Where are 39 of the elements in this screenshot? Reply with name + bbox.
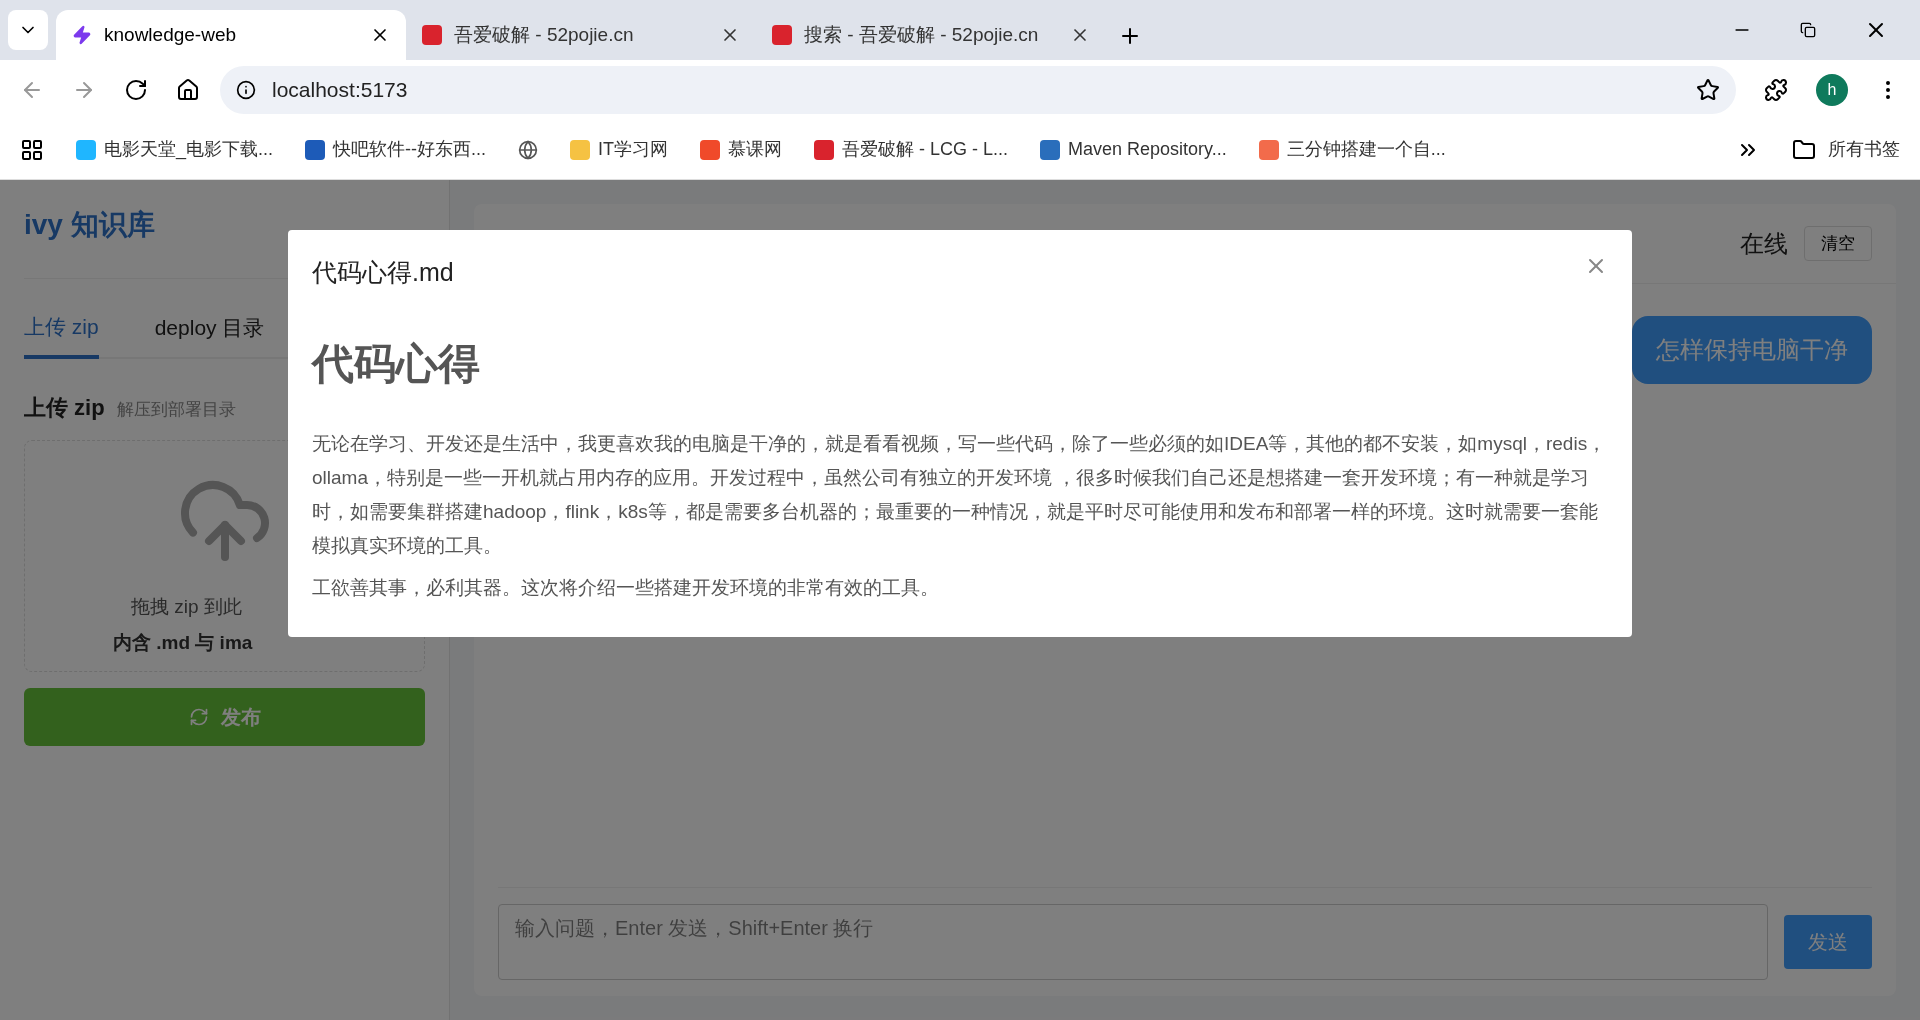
bookmark-link[interactable]: 快吧软件--好东西... bbox=[333, 136, 486, 163]
folder-icon bbox=[1792, 137, 1816, 162]
reload-icon[interactable] bbox=[124, 78, 148, 102]
bookmark-link[interactable]: Maven Repository... bbox=[1068, 136, 1227, 163]
home-icon[interactable] bbox=[176, 78, 200, 102]
lightning-icon bbox=[72, 25, 92, 45]
browser-tab[interactable]: 吾爱破解 - 52pojie.cn bbox=[406, 10, 756, 60]
question-input[interactable]: 输入问题，Enter 发送，Shift+Enter 换行 bbox=[498, 904, 1768, 980]
all-bookmarks-link[interactable]: 所有书签 bbox=[1828, 136, 1900, 163]
favicon-icon bbox=[422, 25, 442, 45]
bookmark-link[interactable]: 三分钟搭建一个自... bbox=[1286, 136, 1446, 163]
restore-icon[interactable] bbox=[1800, 22, 1816, 38]
bookmark-link[interactable]: 慕课网 bbox=[728, 136, 782, 163]
apps-icon[interactable] bbox=[20, 137, 44, 162]
clear-button[interactable]: 清空 bbox=[1804, 225, 1872, 262]
url-text: localhost:5173 bbox=[272, 77, 409, 104]
tab-title: knowledge-web bbox=[104, 22, 238, 47]
address-bar[interactable]: localhost:5173 bbox=[220, 66, 1736, 114]
browser-tab[interactable]: knowledge-web bbox=[56, 10, 406, 60]
bookmark-link[interactable]: 电影天堂_电影下载... bbox=[104, 136, 273, 163]
section-title: 上传 zip bbox=[24, 393, 105, 422]
browser-tab[interactable]: 搜索 - 吾爱破解 - 52pojie.cn bbox=[756, 10, 1106, 60]
panel-tab[interactable]: deploy 目录 bbox=[154, 311, 265, 357]
globe-icon[interactable] bbox=[518, 139, 538, 160]
drop-text: 拖拽 zip 到此 bbox=[131, 594, 242, 619]
drop-hint: 内含 .md 与 ima bbox=[113, 631, 253, 655]
info-icon[interactable] bbox=[236, 80, 256, 100]
bookmark-link[interactable]: IT学习网 bbox=[598, 136, 668, 163]
status-text: 在线 bbox=[1740, 228, 1788, 259]
extensions-icon[interactable] bbox=[1764, 78, 1788, 102]
profile-avatar[interactable]: h bbox=[1816, 74, 1848, 106]
tab-title: 搜索 - 吾爱破解 - 52pojie.cn bbox=[804, 22, 1040, 47]
bookmark-link[interactable]: 吾爱破解 - LCG - L... bbox=[842, 136, 1009, 163]
document-heading: 代码心得 bbox=[312, 338, 481, 389]
refresh-icon bbox=[188, 706, 209, 727]
star-icon[interactable] bbox=[1696, 78, 1720, 102]
tab-title: 吾爱破解 - 52pojie.cn bbox=[454, 22, 635, 47]
message-bubble: 怎样保持电脑干净 bbox=[1632, 316, 1872, 384]
favicon-icon bbox=[772, 25, 792, 45]
